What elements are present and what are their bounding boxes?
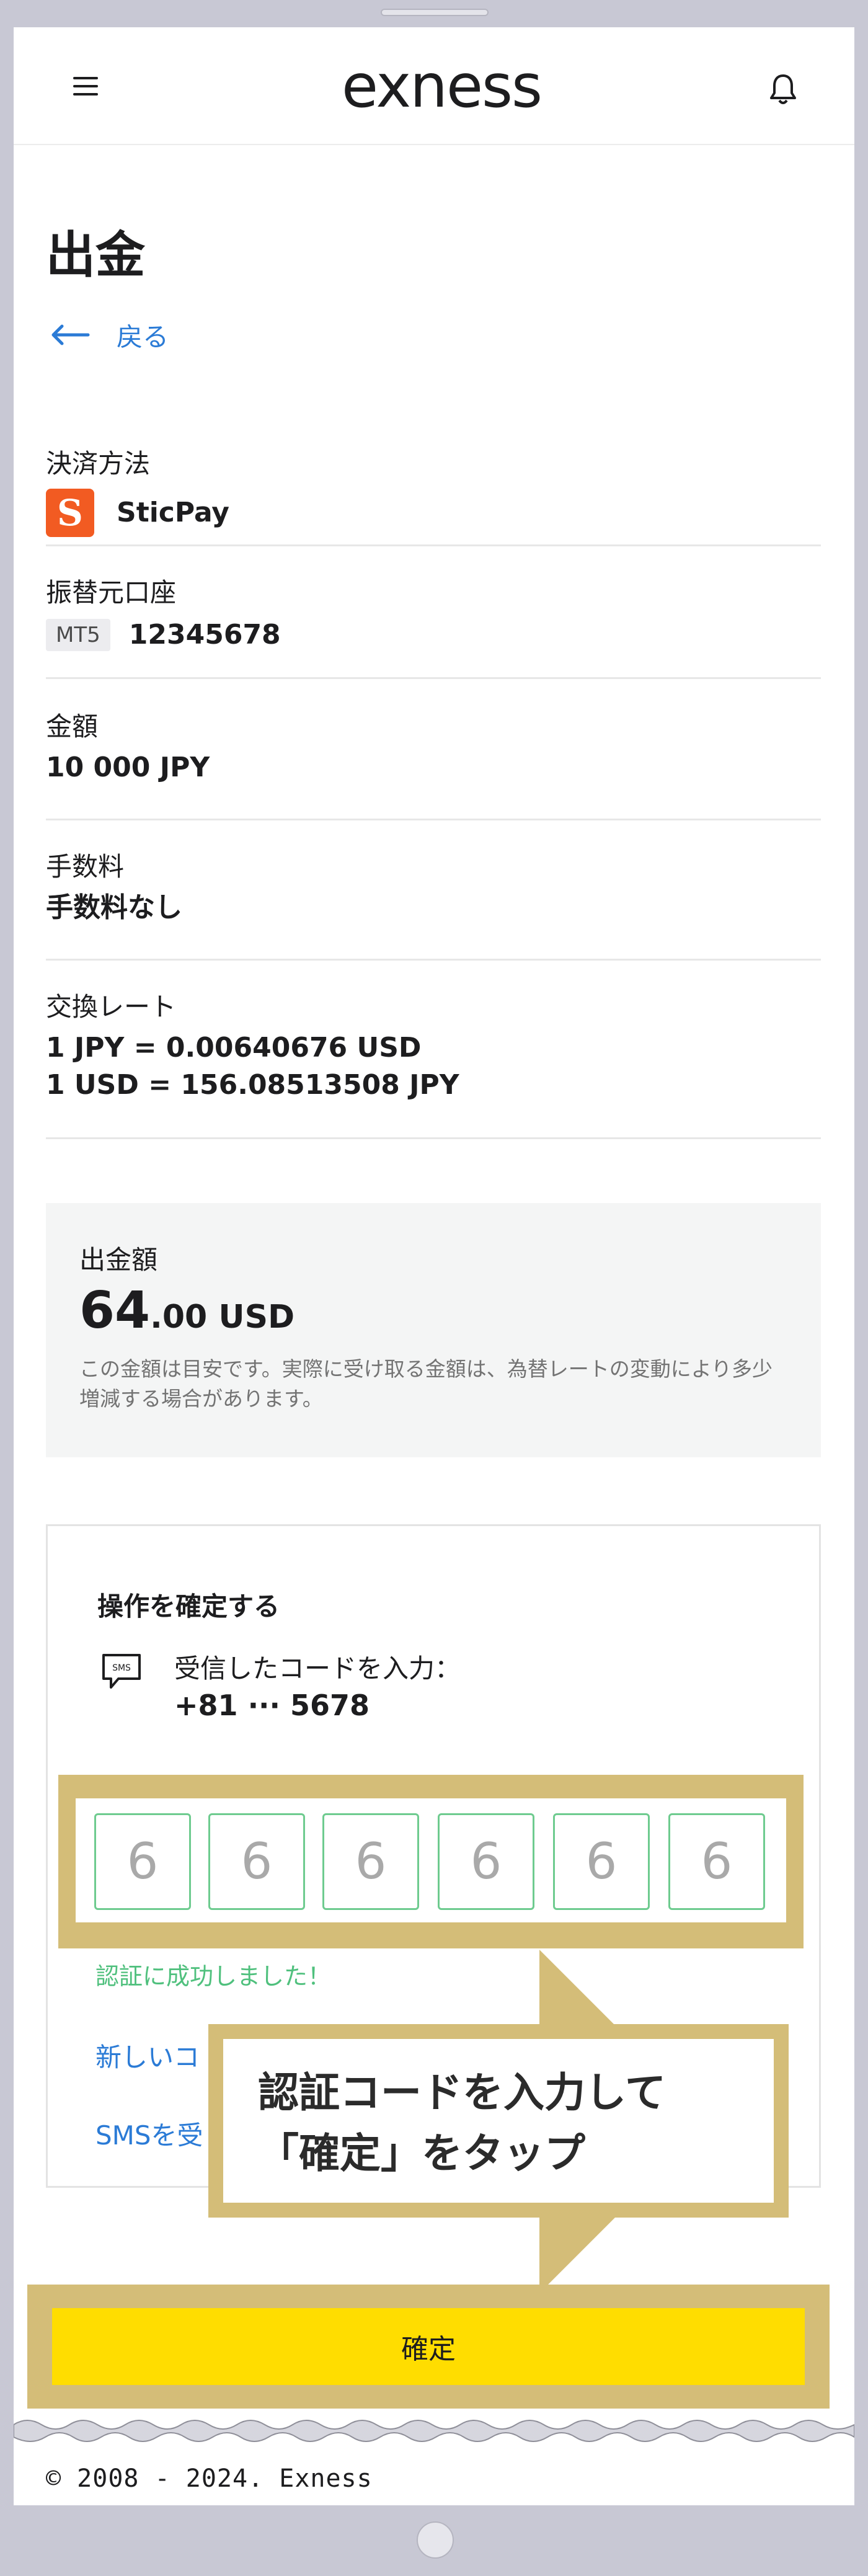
confirm-button-highlight: 確定	[27, 2285, 830, 2409]
callout-line-2: 「確定」をタップ	[258, 2130, 585, 2177]
divider	[46, 677, 821, 679]
verification-success: 認証に成功しました！	[95, 1963, 332, 1990]
fee-row: 手数料 手数料なし	[46, 850, 821, 926]
callout-line-1: 認証コードを入力して	[258, 2069, 666, 2116]
withdrawal-amount-label: 出金額	[79, 1245, 158, 1275]
account-number: 12345678	[128, 619, 281, 651]
payment-method-label: 決済方法	[46, 448, 151, 479]
footer-copyright: © 2008 - 2024. Exness	[46, 2464, 373, 2493]
device-frame: exness 出金 戻る 決済方法 S SticPay 振替元口座 MT5 12…	[0, 0, 868, 2576]
divider	[46, 544, 821, 546]
confirm-button[interactable]: 確定	[52, 2308, 805, 2385]
otp-highlight: 6 6 6 6 6 6	[58, 1775, 804, 1948]
otp-digit-1[interactable]: 6	[94, 1813, 191, 1910]
exchange-rate-line-2: 1 USD = 156.08513508 JPY	[46, 1069, 459, 1101]
otp-digit-2[interactable]: 6	[208, 1813, 305, 1910]
bell-icon[interactable]	[766, 71, 800, 108]
account-type-badge: MT5	[46, 619, 110, 651]
amount-value: 10 000 JPY	[46, 752, 210, 783]
torn-edge-divider	[14, 2420, 854, 2442]
hamburger-icon[interactable]	[73, 77, 98, 98]
payment-method-row: 決済方法 S SticPay	[46, 446, 821, 537]
resend-code-link[interactable]: 新しいコ	[95, 2036, 200, 2074]
back-label: 戻る	[117, 321, 169, 352]
sms-icon: SMS	[102, 1654, 141, 1689]
otp-digit-4[interactable]: 6	[438, 1813, 534, 1910]
masked-phone-number: +81 ··· 5678	[174, 1689, 370, 1722]
exchange-rate-line-1: 1 JPY = 0.00640676 USD	[46, 1032, 422, 1064]
device-speaker	[381, 9, 489, 16]
svg-text:SMS: SMS	[112, 1663, 131, 1673]
sticpay-icon: S	[46, 489, 94, 537]
fee-label: 手数料	[46, 851, 125, 882]
divider	[46, 959, 821, 961]
confirm-title: 操作を確定する	[97, 1591, 280, 1622]
otp-input-group: 6 6 6 6 6 6	[76, 1798, 786, 1922]
otp-digit-5[interactable]: 6	[553, 1813, 650, 1910]
page-title: 出金	[46, 226, 145, 284]
app-header: exness	[14, 27, 854, 145]
exchange-rate-label: 交換レート	[46, 992, 177, 1022]
source-account-row: 振替元口座 MT5 12345678	[46, 575, 821, 654]
otp-digit-6[interactable]: 6	[668, 1813, 765, 1910]
withdrawal-amount: 64.00 USD	[79, 1280, 294, 1348]
withdrawal-amount-rest: .00 USD	[150, 1299, 295, 1336]
callout-pointer-down	[539, 2216, 616, 2293]
code-entry-label: 受信したコードを入力：	[174, 1653, 461, 1684]
instruction-callout: 認証コードを入力して 「確定」をタップ	[208, 2024, 789, 2218]
withdrawal-summary: 出金額 64.00 USD この金額は目安です。実際に受け取る金額は、為替レート…	[46, 1203, 821, 1457]
fee-value: 手数料なし	[46, 892, 182, 923]
divider	[46, 819, 821, 820]
withdrawal-amount-int: 64	[79, 1281, 151, 1340]
phone-screen: exness 出金 戻る 決済方法 S SticPay 振替元口座 MT5 12…	[14, 27, 854, 2505]
otp-digit-3[interactable]: 6	[322, 1813, 419, 1910]
device-home-button[interactable]	[417, 2521, 454, 2559]
exness-logo[interactable]: exness	[305, 52, 578, 120]
payment-method-value: SticPay	[117, 497, 229, 528]
source-account-label: 振替元口座	[46, 577, 177, 608]
withdrawal-note: この金額は目安です。実際に受け取る金額は、為替レートの変動により多少増減する場合…	[79, 1357, 773, 1411]
back-link[interactable]: 戻る	[48, 316, 169, 353]
arrow-left-icon	[51, 324, 90, 345]
amount-label: 金額	[46, 711, 99, 742]
divider	[46, 1137, 821, 1139]
sms-not-received-link[interactable]: SMSを受	[95, 2115, 203, 2152]
exchange-rate-row: 交換レート 1 JPY = 0.00640676 USD 1 USD = 156…	[46, 990, 821, 1104]
amount-row: 金額 10 000 JPY	[46, 709, 821, 786]
